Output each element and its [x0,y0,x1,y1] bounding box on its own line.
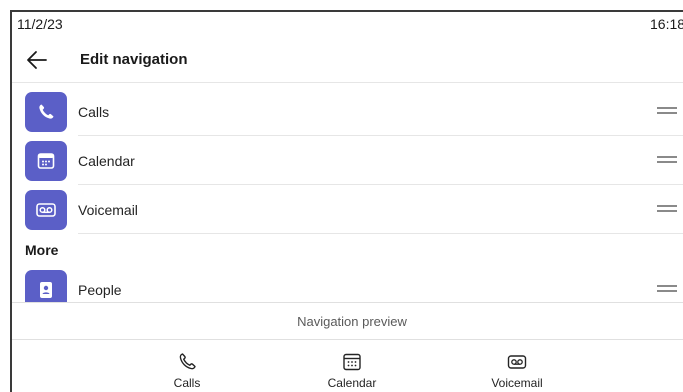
row-divider [78,233,683,234]
header-divider [12,82,683,83]
row-divider [78,184,683,185]
nav-item-label: Calendar [78,153,135,169]
preview-tab-calls[interactable]: Calls [142,351,232,392]
page-title: Edit navigation [80,51,188,68]
preview-tab-voicemail[interactable]: Voicemail [472,351,562,392]
phone-icon [179,353,196,370]
voicemail-icon [507,355,527,369]
calendar-icon [343,353,361,371]
row-divider [78,135,683,136]
back-button[interactable] [24,48,50,72]
nav-item-label: Calls [78,104,110,120]
calendar-icon [37,153,55,169]
contact-book-icon [40,282,52,298]
people-app-tile [25,270,67,302]
preview-divider [12,302,683,303]
nav-item-calls[interactable]: Calls [12,88,683,136]
voicemail-app-tile [25,190,67,230]
more-section-heading: More [25,242,59,258]
drag-handle-icon[interactable] [657,156,677,164]
calendar-app-tile [25,141,67,181]
page-header: Edit navigation [12,42,683,82]
status-bar: 11/2/23 16:18 [12,12,683,36]
nav-item-people[interactable]: People [12,266,683,302]
nav-item-voicemail[interactable]: Voicemail [12,186,683,234]
nav-item-label: Voicemail [78,202,138,218]
preview-divider [12,339,683,340]
tab-label: Calls [173,376,201,390]
device-screen: 11/2/23 16:18 Edit navigation Calls Cale… [10,10,683,392]
drag-handle-icon[interactable] [657,205,677,213]
nav-item-calendar[interactable]: Calendar [12,137,683,185]
drag-handle-icon[interactable] [657,107,677,115]
drag-handle-icon[interactable] [657,285,677,293]
calls-app-tile [25,92,67,132]
navigation-preview-label: Navigation preview [297,314,407,329]
nav-item-label: People [78,282,122,298]
arrow-left-icon [27,51,47,69]
status-time: 16:18 [650,16,683,32]
tab-label: Calendar [327,376,377,390]
preview-tab-calendar[interactable]: Calendar [307,351,397,392]
navigation-list: Calls Calendar Voicemail More People [12,84,683,302]
tab-label: Voicemail [491,376,543,390]
phone-icon [39,104,54,119]
voicemail-icon [36,203,56,217]
status-date: 11/2/23 [17,16,63,32]
